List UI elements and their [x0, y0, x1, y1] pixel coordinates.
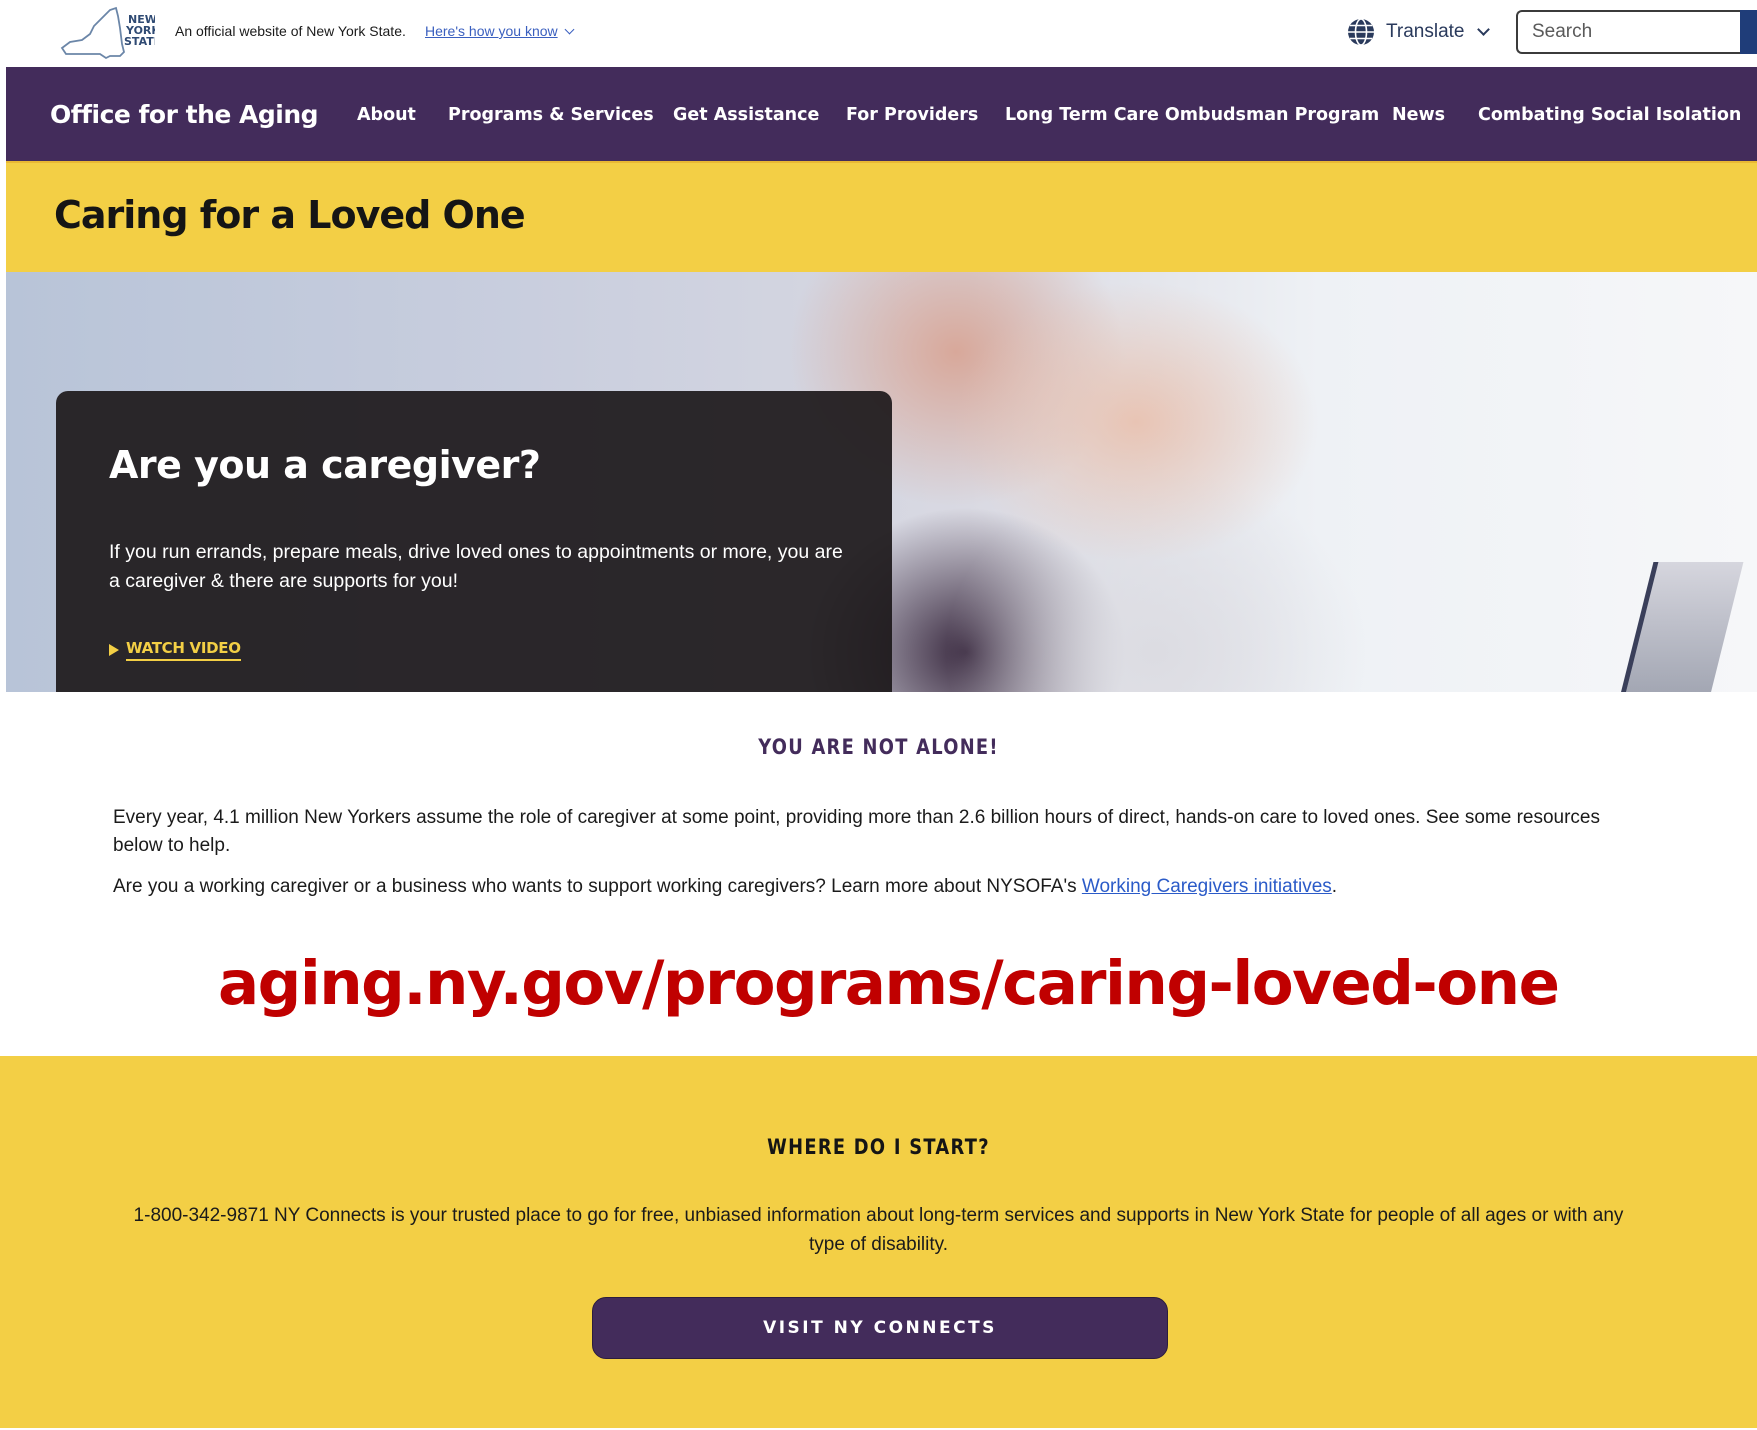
translate-label: Translate	[1386, 21, 1465, 42]
nav-item-ombudsman[interactable]: Long Term Care Ombudsman Program	[1005, 105, 1379, 125]
hero-text: If you run errands, prepare meals, drive…	[109, 541, 843, 592]
ny-state-logo-icon[interactable]: NEW YORK STATE	[60, 4, 155, 60]
hero-heading: Are you a caregiver?	[109, 443, 541, 487]
working-caregivers-paragraph: Are you a working caregiver or a busines…	[113, 873, 1633, 901]
chevron-down-icon	[564, 24, 575, 35]
search-input[interactable]	[1516, 10, 1757, 54]
watch-video-link[interactable]: WATCH VIDEO	[109, 639, 241, 661]
not-alone-heading: YOU ARE NOT ALONE!	[758, 735, 999, 759]
svg-text:STATE: STATE	[124, 35, 155, 48]
hero-image-laptop	[1618, 562, 1744, 692]
working-caregivers-text: Are you a working caregiver or a busines…	[113, 876, 1082, 897]
nav-item-combating-social-isolation[interactable]: Combating Social Isolation	[1478, 105, 1741, 125]
nav-item-for-providers[interactable]: For Providers	[846, 105, 978, 125]
play-icon	[109, 644, 119, 656]
page-title-bar: Caring for a Loved One	[6, 161, 1757, 272]
nav-item-programs-services[interactable]: Programs & Services	[448, 105, 654, 125]
where-to-start-heading: WHERE DO I START?	[767, 1135, 990, 1159]
chevron-down-icon	[1476, 22, 1490, 36]
page-title: Caring for a Loved One	[54, 193, 526, 237]
hero-card: Are you a caregiver? If you run errands,…	[56, 391, 892, 692]
site-brand[interactable]: Office for the Aging	[50, 100, 319, 129]
ny-connects-text: 1-800-342-9871 NY Connects is your trust…	[133, 1205, 1624, 1255]
main-nav: Office for the Aging About Programs & Se…	[6, 67, 1757, 161]
watch-video-label: WATCH VIDEO	[126, 639, 241, 661]
nav-item-news[interactable]: News	[1392, 105, 1445, 125]
working-caregivers-link[interactable]: Working Caregivers initiatives	[1082, 876, 1332, 897]
visit-ny-connects-button[interactable]: VISIT NY CONNECTS	[592, 1297, 1168, 1359]
official-banner: NEW YORK STATE An official website of Ne…	[0, 0, 1757, 67]
how-you-know-label: Here's how you know	[425, 23, 558, 39]
hero-banner: Are you a caregiver? If you run errands,…	[6, 272, 1757, 692]
period: .	[1331, 876, 1338, 897]
url-overlay-text: aging.ny.gov/programs/caring-loved-one	[218, 948, 1560, 1019]
official-text: An official website of New York State.	[175, 23, 406, 39]
how-you-know-link[interactable]: Here's how you know	[425, 23, 575, 39]
nav-item-about[interactable]: About	[357, 105, 416, 125]
globe-icon	[1348, 18, 1374, 46]
translate-button[interactable]: Translate	[1346, 16, 1490, 48]
search-submit-button[interactable]	[1740, 10, 1757, 54]
intro-paragraph: Every year, 4.1 million New Yorkers assu…	[113, 807, 1600, 856]
nav-item-get-assistance[interactable]: Get Assistance	[673, 105, 819, 125]
